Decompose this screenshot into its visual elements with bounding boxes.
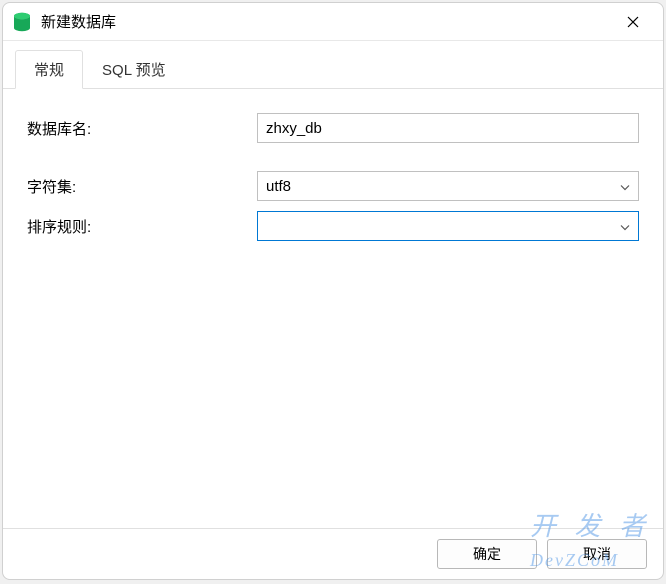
db-name-input[interactable]	[257, 113, 639, 143]
chevron-down-icon	[620, 218, 630, 235]
new-database-dialog: 新建数据库 常规 SQL 预览 数据库名: 字符集: utf8	[2, 2, 664, 580]
cancel-button[interactable]: 取消	[547, 539, 647, 569]
charset-value: utf8	[266, 178, 291, 195]
tab-sql-preview[interactable]: SQL 预览	[83, 50, 185, 89]
collation-select[interactable]	[257, 211, 639, 241]
row-db-name: 数据库名:	[27, 113, 639, 143]
titlebar: 新建数据库	[3, 3, 663, 41]
button-bar: 确定 取消	[3, 528, 663, 579]
charset-select[interactable]: utf8	[257, 171, 639, 201]
tab-bar: 常规 SQL 预览	[3, 49, 663, 89]
close-button[interactable]	[613, 7, 653, 37]
collation-label: 排序规则:	[27, 216, 257, 237]
ok-button[interactable]: 确定	[437, 539, 537, 569]
charset-label: 字符集:	[27, 176, 257, 197]
form-panel: 数据库名: 字符集: utf8 排序规则:	[3, 89, 663, 528]
close-icon	[627, 16, 639, 28]
dialog-title: 新建数据库	[41, 11, 613, 32]
row-collation: 排序规则:	[27, 211, 639, 241]
row-charset: 字符集: utf8	[27, 171, 639, 201]
tab-general[interactable]: 常规	[15, 50, 83, 89]
database-icon	[13, 12, 31, 32]
db-name-label: 数据库名:	[27, 118, 257, 139]
chevron-down-icon	[620, 178, 630, 195]
